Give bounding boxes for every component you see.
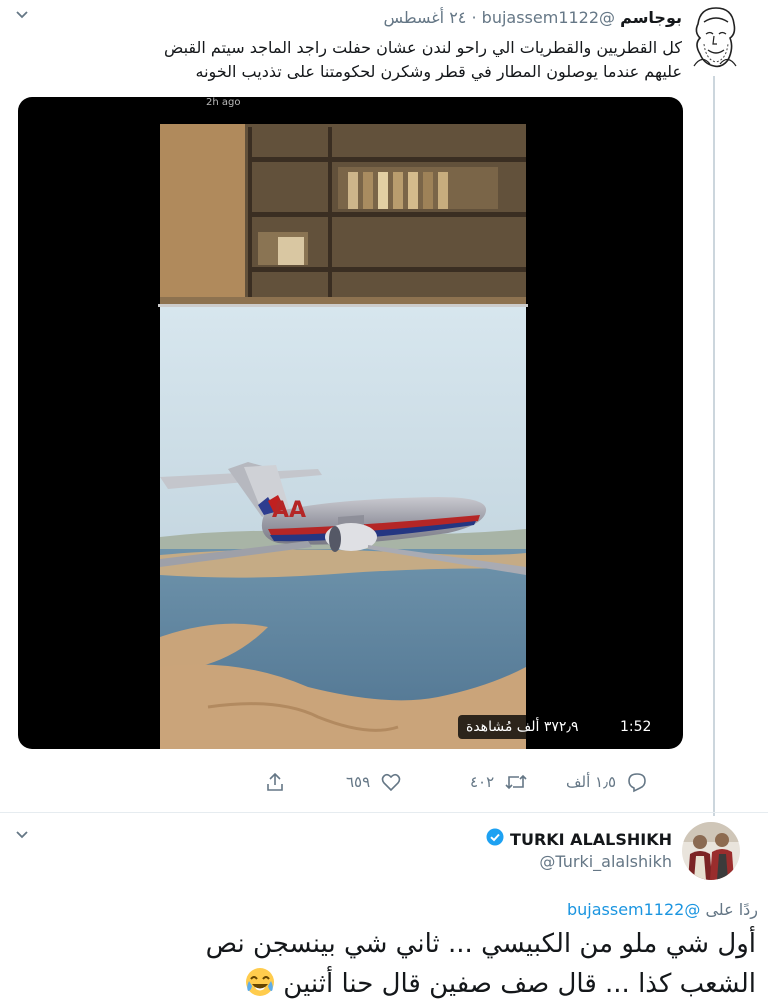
avatar[interactable] xyxy=(690,4,740,70)
video-player[interactable]: AA 2h ago xyxy=(18,97,683,749)
tweet-header: بوجاسم @bujassem1122 · ٢٤ أغسطس xyxy=(384,8,683,27)
chevron-down-icon[interactable] xyxy=(10,6,34,30)
tweet-text-line: كل القطريين والقطريات الي راحو لندن عشان… xyxy=(163,38,682,57)
share-icon xyxy=(264,771,286,793)
video-frame: AA xyxy=(158,124,528,749)
tweet-date[interactable]: ٢٤ أغسطس xyxy=(384,8,467,27)
view-count: ٣٧٢٫٩ ألف مُشاهدة xyxy=(458,715,587,739)
tweet-text: كل القطريين والقطريات الي راحو لندن عشان… xyxy=(42,36,682,84)
author-name[interactable]: بوجاسم xyxy=(620,8,682,27)
avatar[interactable] xyxy=(682,822,740,880)
tweet-text-span: الشعب كذا ... قال صف صفين قال حنا أثنين xyxy=(283,969,756,999)
retweet-action[interactable]: ٤٠٢ xyxy=(470,768,528,796)
snap-timestamp: 2h ago xyxy=(206,97,241,108)
separator-dot: · xyxy=(471,8,477,27)
replying-to-handle[interactable]: @bujassem1122 xyxy=(567,900,700,919)
reply-icon xyxy=(626,771,648,793)
replying-to: ردًا على @bujassem1122 xyxy=(567,900,758,919)
face-with-tears-of-joy-icon xyxy=(245,967,275,997)
airline-livery: AA xyxy=(272,498,306,523)
reply-count: ١٫٥ ألف xyxy=(566,773,617,791)
chevron-down-icon[interactable] xyxy=(10,826,34,850)
like-count: ٦٥٩ xyxy=(346,773,371,791)
thread-line xyxy=(713,76,715,816)
author-name[interactable]: TURKI ALALSHIKH xyxy=(510,830,672,849)
tweet[interactable]: بوجاسم @bujassem1122 · ٢٤ أغسطس كل القطر… xyxy=(0,0,768,816)
verified-badge-icon xyxy=(486,828,504,850)
heart-icon xyxy=(380,771,402,793)
tweet-divider xyxy=(0,812,768,813)
reply-action[interactable]: ١٫٥ ألف xyxy=(566,768,648,796)
reply-author-row: TURKI ALALSHIKH xyxy=(486,828,672,850)
author-handle[interactable]: @Turki_alalshikh xyxy=(539,852,672,871)
author-handle[interactable]: @bujassem1122 xyxy=(482,8,615,27)
replying-to-label: ردًا على xyxy=(705,900,758,919)
retweet-icon xyxy=(504,771,528,793)
tweet-text-line: عليهم عندما يوصلون المطار في قطر وشكرن ل… xyxy=(195,62,683,81)
video-duration: 1:52 xyxy=(612,715,660,739)
like-action[interactable]: ٦٥٩ xyxy=(346,768,402,796)
retweet-count: ٤٠٢ xyxy=(470,773,495,791)
bookshelf-scene xyxy=(160,124,526,314)
tweet-text-line: أول شي ملو من الكبيسي ... ثاني شي بينسجن… xyxy=(205,929,756,959)
tweet-text: أول شي ملو من الكبيسي ... ثاني شي بينسجن… xyxy=(56,924,756,1004)
tweet-text-line: الشعب كذا ... قال صف صفين قال حنا أثنين xyxy=(56,964,756,1004)
share-action[interactable] xyxy=(264,768,286,796)
